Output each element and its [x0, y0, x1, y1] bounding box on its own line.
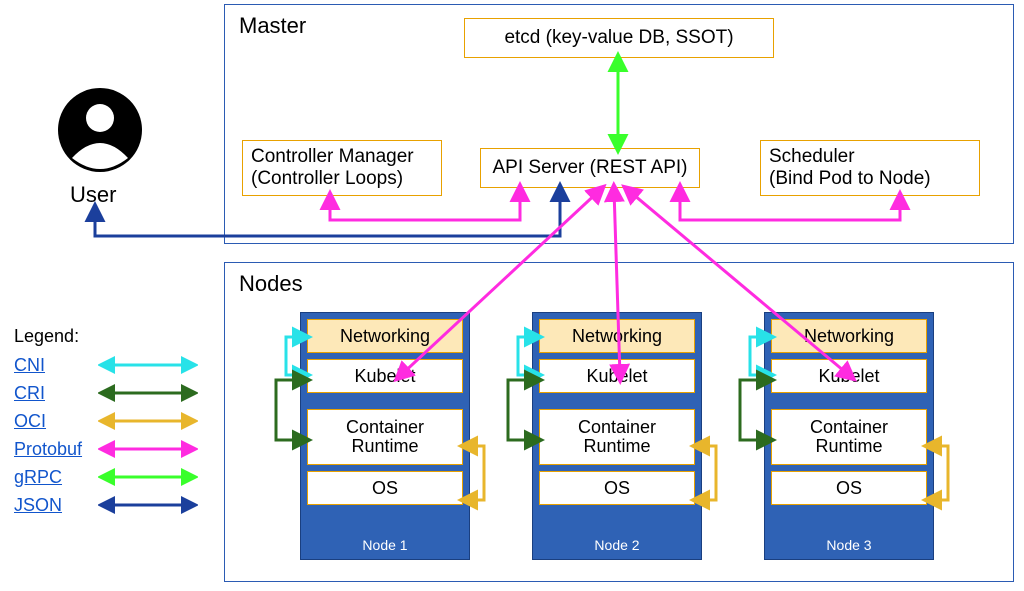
- node-layer-os: OS: [539, 471, 695, 505]
- node-caption: Node 1: [301, 537, 469, 553]
- legend-row-oci: OCI: [14, 407, 198, 435]
- scheduler-box: Scheduler(Bind Pod to Node): [760, 140, 980, 196]
- node-caption: Node 3: [765, 537, 933, 553]
- legend-link[interactable]: OCI: [14, 411, 98, 432]
- legend-arrow-icon: [98, 384, 198, 402]
- node-layer-kubelet: Kubelet: [539, 359, 695, 393]
- legend: Legend: CNI CRI OCI Protobuf gRPC JSON: [14, 326, 198, 519]
- node-layer-runtime: ContainerRuntime: [307, 409, 463, 465]
- api-server-box: API Server (REST API): [480, 148, 700, 188]
- node-layer-networking: Networking: [539, 319, 695, 353]
- node-layer-kubelet: Kubelet: [307, 359, 463, 393]
- master-title: Master: [239, 13, 306, 39]
- legend-arrow-icon: [98, 412, 198, 430]
- legend-arrow-icon: [98, 496, 198, 514]
- nodes-title: Nodes: [239, 271, 303, 297]
- node-layer-runtime: ContainerRuntime: [771, 409, 927, 465]
- legend-link[interactable]: Protobuf: [14, 439, 98, 460]
- legend-row-cri: CRI: [14, 379, 198, 407]
- controller-manager-box: Controller Manager(Controller Loops): [242, 140, 442, 196]
- legend-row-cni: CNI: [14, 351, 198, 379]
- legend-row-protobuf: Protobuf: [14, 435, 198, 463]
- legend-arrow-icon: [98, 440, 198, 458]
- node-2: Networking Kubelet ContainerRuntime OS N…: [532, 312, 702, 560]
- legend-title: Legend:: [14, 326, 198, 347]
- legend-link[interactable]: CRI: [14, 383, 98, 404]
- legend-row-json: JSON: [14, 491, 198, 519]
- legend-link[interactable]: CNI: [14, 355, 98, 376]
- node-3: Networking Kubelet ContainerRuntime OS N…: [764, 312, 934, 560]
- node-layer-os: OS: [307, 471, 463, 505]
- node-layer-kubelet: Kubelet: [771, 359, 927, 393]
- node-layer-networking: Networking: [307, 319, 463, 353]
- node-layer-runtime: ContainerRuntime: [539, 409, 695, 465]
- node-layer-networking: Networking: [771, 319, 927, 353]
- legend-arrow-icon: [98, 468, 198, 486]
- node-1: Networking Kubelet ContainerRuntime OS N…: [300, 312, 470, 560]
- legend-link[interactable]: JSON: [14, 495, 98, 516]
- etcd-box: etcd (key-value DB, SSOT): [464, 18, 774, 58]
- node-caption: Node 2: [533, 537, 701, 553]
- legend-row-grpc: gRPC: [14, 463, 198, 491]
- user-label: User: [70, 182, 116, 208]
- node-layer-os: OS: [771, 471, 927, 505]
- legend-arrow-icon: [98, 356, 198, 374]
- user-icon: [50, 80, 150, 180]
- legend-link[interactable]: gRPC: [14, 467, 98, 488]
